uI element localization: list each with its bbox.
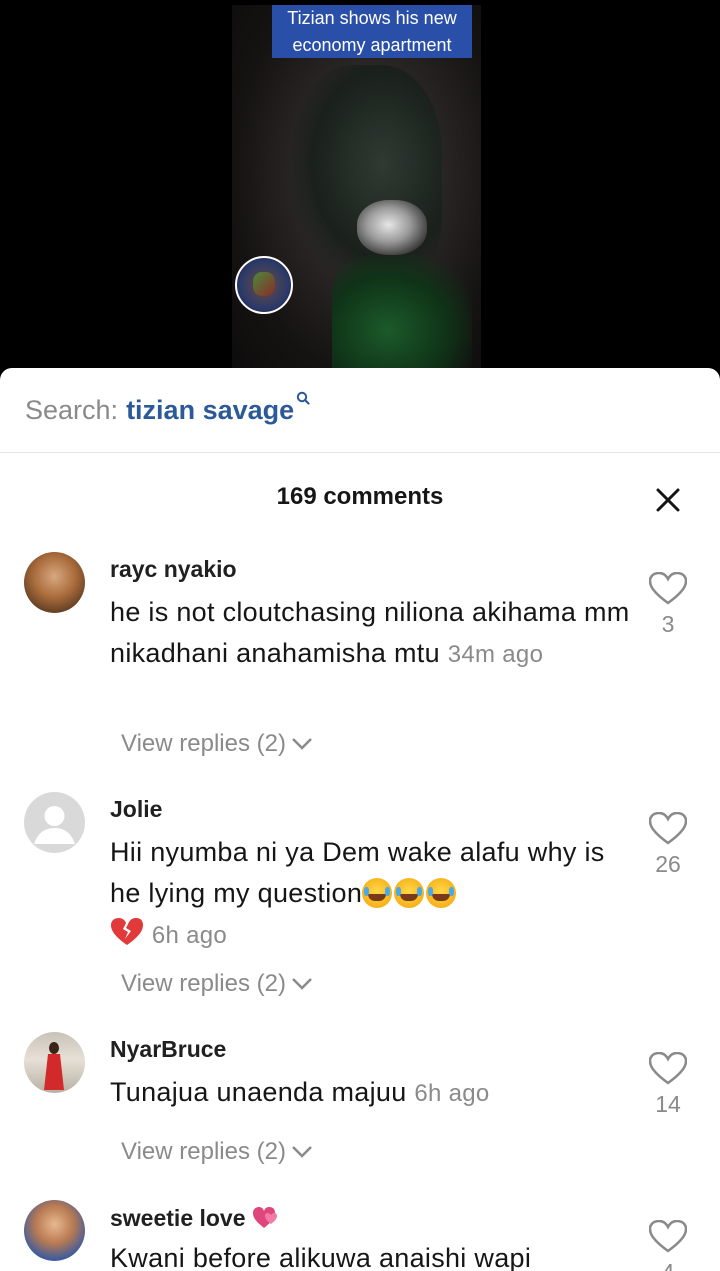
view-replies-label: View replies (2): [121, 1138, 286, 1165]
comment-username[interactable]: rayc nyakio: [110, 556, 237, 583]
view-replies-label: View replies (2): [121, 970, 286, 997]
comments-header: 169 comments: [0, 453, 720, 545]
sparkling-heart-icon: [252, 1205, 282, 1231]
comment-time: 6h ago: [414, 1080, 490, 1107]
comment-body: he is not cloutchasing niliona akihama m…: [110, 597, 630, 668]
comment-text: Tunajua unaenda majuu 6h ago: [110, 1072, 630, 1114]
watermark-logo: [235, 256, 293, 314]
search-bar[interactable]: Search: tizian savage: [0, 368, 720, 453]
default-avatar-icon: [34, 806, 75, 844]
like-button[interactable]: 14: [645, 1051, 691, 1118]
comment-text: Kwani before alikuwa anaishi wapi: [110, 1243, 532, 1271]
comment-item: sweetie love Kwani before alikuwa anaish…: [0, 1198, 720, 1271]
close-icon[interactable]: [655, 487, 681, 518]
like-button[interactable]: 3: [645, 571, 691, 638]
search-term[interactable]: tizian savage: [126, 395, 294, 426]
avatar[interactable]: [24, 1032, 85, 1093]
laughing-emoji-icon: [362, 878, 458, 908]
search-icon[interactable]: [296, 391, 310, 410]
avatar[interactable]: [24, 792, 85, 853]
video-player[interactable]: Tizian shows his new economy apartment: [0, 0, 720, 380]
comment-username[interactable]: sweetie love: [110, 1204, 282, 1232]
view-replies-button[interactable]: View replies (2): [121, 1138, 314, 1166]
avatar[interactable]: [24, 552, 85, 613]
comment-body: Tunajua unaenda majuu: [110, 1077, 407, 1107]
motorcycle-shadow: [292, 65, 442, 285]
heart-icon[interactable]: [648, 1219, 688, 1258]
chevron-down-icon: [290, 730, 314, 758]
heart-icon[interactable]: [648, 571, 688, 610]
comment-body: Hii nyumba ni ya Dem wake alafu why is h…: [110, 837, 605, 908]
like-count: 26: [655, 851, 681, 877]
comment-username[interactable]: NyarBruce: [110, 1036, 226, 1063]
comment-time: 6h ago: [151, 922, 228, 949]
view-replies-button[interactable]: View replies (2): [121, 730, 314, 758]
video-frame[interactable]: [232, 5, 481, 380]
comment-username[interactable]: Jolie: [110, 796, 162, 823]
chevron-down-icon: [290, 1138, 314, 1166]
broken-heart-icon: [110, 918, 144, 949]
username-label: sweetie love: [110, 1205, 246, 1231]
comment-text: Hii nyumba ni ya Dem wake alafu why is h…: [110, 832, 630, 956]
heart-icon[interactable]: [648, 811, 688, 850]
comment-time: 34m ago: [447, 641, 544, 668]
like-count: 3: [661, 611, 675, 637]
like-button[interactable]: 4: [645, 1219, 691, 1271]
comments-sheet: Search: tizian savage 169 comments: [0, 368, 720, 1271]
heart-icon[interactable]: [648, 1051, 688, 1090]
like-count: 14: [655, 1091, 681, 1117]
like-button[interactable]: 26: [645, 811, 691, 878]
view-replies-button[interactable]: View replies (2): [121, 970, 314, 998]
like-count: 4: [645, 1259, 691, 1271]
view-replies-label: View replies (2): [121, 730, 286, 757]
search-prefix: Search:: [25, 394, 119, 425]
headlight: [357, 200, 427, 255]
chevron-down-icon: [290, 970, 314, 998]
avatar[interactable]: [24, 1200, 85, 1261]
motorcycle-body: [332, 255, 472, 380]
comment-text: he is not cloutchasing niliona akihama m…: [110, 592, 630, 675]
video-caption: Tizian shows his new economy apartment: [272, 5, 472, 58]
comments-count: 169 comments: [276, 483, 444, 510]
avatar-figure: [44, 1042, 64, 1090]
